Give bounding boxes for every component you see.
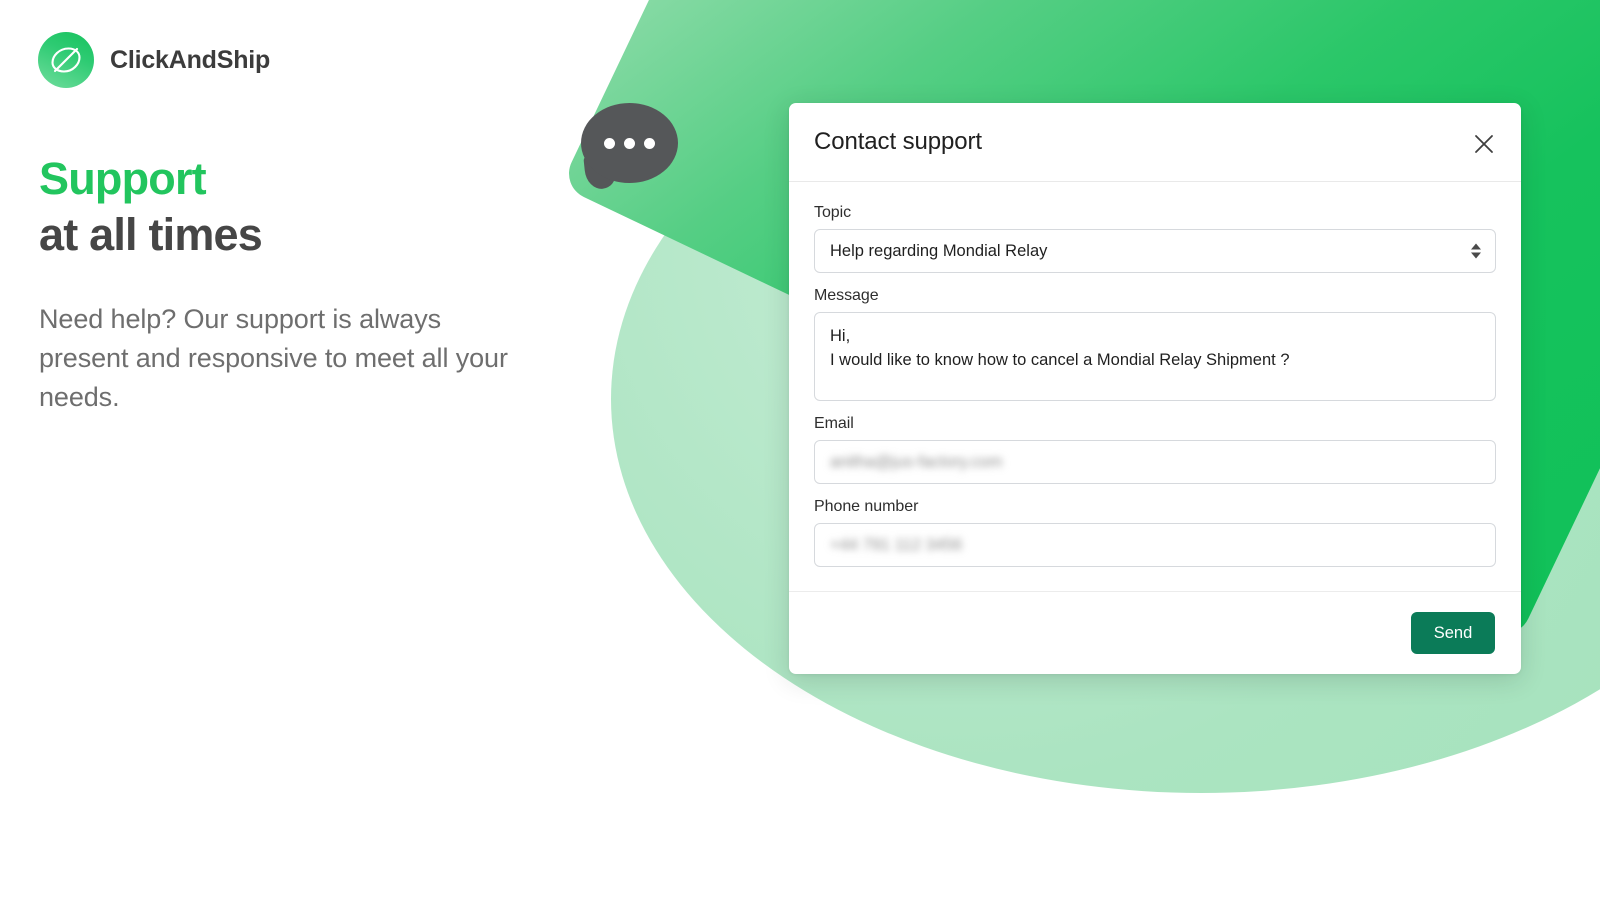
phone-field[interactable]: +44 791 112 3456 — [814, 523, 1496, 567]
message-label: Message — [814, 287, 879, 304]
phone-field-group: Phone number +44 791 112 3456 — [814, 498, 1496, 567]
modal-title: Contact support — [814, 128, 982, 155]
chat-bubble-dots — [581, 103, 678, 183]
page-title-accent: Support — [39, 153, 207, 204]
message-field-group: Message Hi, I would like to know how to … — [814, 287, 1496, 401]
page-subtext: Need help? Our support is always present… — [39, 304, 508, 412]
dot — [644, 137, 655, 149]
topic-select[interactable]: Help regarding Mondial Relay — [814, 229, 1496, 273]
support-page: ClickAndShip Support at all times Need h… — [0, 0, 1600, 900]
send-button[interactable]: Send — [1411, 612, 1495, 654]
clickandship-loop-logo-icon — [38, 32, 94, 88]
phone-value-redacted: +44 791 112 3456 — [830, 535, 963, 554]
email-field[interactable]: anitha@jus-factory.com — [814, 440, 1496, 484]
topic-label: Topic — [814, 204, 852, 221]
topic-field-group: Topic Help regarding Mondial Relay — [814, 204, 1496, 273]
brand-name: ClickAndShip — [110, 45, 271, 74]
close-x-icon[interactable] — [1469, 129, 1499, 159]
message-textarea[interactable]: Hi, I would like to know how to cancel a… — [814, 312, 1496, 401]
brand-logo[interactable]: ClickAndShip — [38, 32, 270, 88]
email-field-group: Email anitha@jus-factory.com — [814, 415, 1496, 484]
dot — [604, 137, 615, 149]
modal-footer: Send — [789, 592, 1521, 674]
page-title-secondary: at all times — [39, 209, 263, 260]
email-label: Email — [814, 415, 854, 432]
modal-body: Topic Help regarding Mondial Relay Messa… — [789, 182, 1521, 592]
modal-header: Contact support — [789, 103, 1521, 182]
contact-support-modal: Contact support Topic Help regarding Mon… — [789, 103, 1521, 674]
topic-select-wrapper: Help regarding Mondial Relay — [814, 229, 1496, 273]
chat-bubble-ellipsis-icon — [581, 103, 678, 191]
page-title: Support at all times — [39, 151, 263, 263]
email-value-redacted: anitha@jus-factory.com — [830, 452, 1003, 471]
dot — [624, 137, 635, 149]
phone-label: Phone number — [814, 498, 919, 515]
